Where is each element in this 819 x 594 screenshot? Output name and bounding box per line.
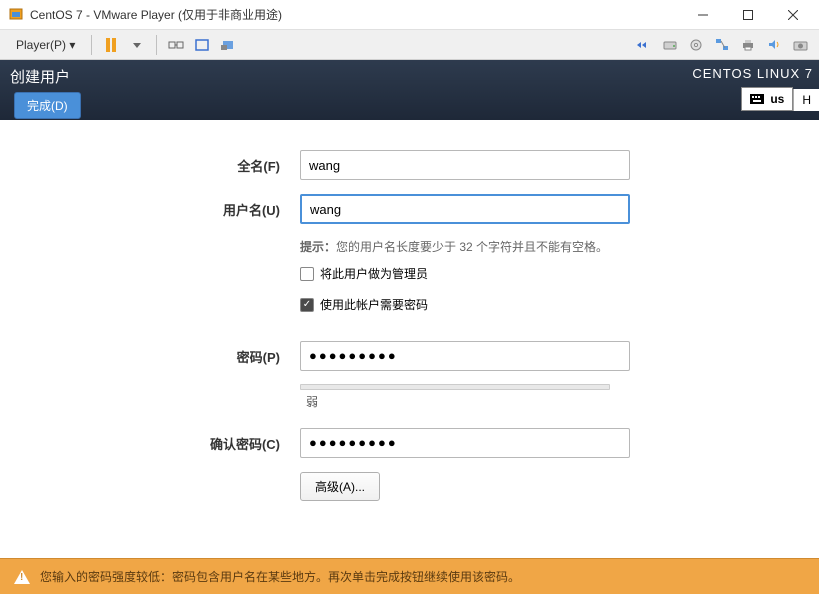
fullname-input[interactable]: [300, 150, 630, 180]
chevron-down-icon: ▾: [69, 38, 75, 52]
brand-label: CENTOS LINUX 7: [692, 66, 813, 81]
minimize-button[interactable]: [680, 1, 725, 29]
camera-icon[interactable]: [790, 35, 810, 55]
warning-bar: 您输入的密码强度较低：密码包含用户名在某些地方。再次单击完成按钮继续使用该密码。: [0, 558, 819, 594]
unity-icon[interactable]: [218, 35, 238, 55]
warning-text: 您输入的密码强度较低：密码包含用户名在某些地方。再次单击完成按钮继续使用该密码。: [40, 568, 520, 585]
toolbar-separator: [91, 35, 92, 55]
player-menu-label: Player(P): [16, 38, 66, 52]
sound-icon[interactable]: [764, 35, 784, 55]
disk-icon[interactable]: [660, 35, 680, 55]
done-button[interactable]: 完成(D): [14, 92, 81, 119]
confirm-password-input[interactable]: ●●●●●●●●●: [300, 428, 630, 458]
username-hint: 提示：您的用户名长度要少于 32 个字符并且不能有空格。: [300, 238, 630, 255]
require-password-checkbox-label: 使用此帐户需要密码: [320, 296, 428, 313]
warning-icon: [14, 570, 30, 584]
admin-checkbox-label: 将此用户做为管理员: [320, 265, 428, 282]
admin-checkbox[interactable]: [300, 267, 314, 281]
vmware-toolbar: Player(P) ▾: [0, 30, 819, 60]
username-input[interactable]: [300, 194, 630, 224]
advanced-button[interactable]: 高级(A)...: [300, 472, 380, 501]
cd-icon[interactable]: [686, 35, 706, 55]
player-menu[interactable]: Player(P) ▾: [6, 36, 85, 54]
power-dropdown-icon[interactable]: [127, 35, 147, 55]
create-user-form: 全名(F) 用户名(U) 提示：您的用户名长度要少于 32 个字符并且不能有空格…: [0, 120, 819, 550]
arrows-icon[interactable]: [634, 35, 654, 55]
maximize-button[interactable]: [725, 1, 770, 29]
fullname-label: 全名(F): [60, 156, 300, 175]
installer-header: 创建用户 完成(D) CENTOS LINUX 7 us H: [0, 60, 819, 120]
help-button[interactable]: H: [793, 89, 819, 111]
password-strength-bar: [300, 384, 610, 390]
confirm-password-label: 确认密码(C): [60, 434, 300, 453]
vmware-icon: [8, 7, 24, 23]
fullscreen-icon[interactable]: [192, 35, 212, 55]
toolbar-separator: [156, 35, 157, 55]
window-titlebar: CentOS 7 - VMware Player (仅用于非商业用途): [0, 0, 819, 30]
keyboard-layout-indicator[interactable]: us: [741, 87, 793, 111]
password-strength-label: 弱: [306, 395, 318, 409]
send-cad-icon[interactable]: [166, 35, 186, 55]
pause-button[interactable]: [101, 35, 121, 55]
username-label: 用户名(U): [60, 200, 300, 219]
network-icon[interactable]: [712, 35, 732, 55]
require-password-checkbox[interactable]: ✓: [300, 298, 314, 312]
keyboard-layout-label: us: [770, 92, 784, 106]
page-title: 创建用户: [10, 66, 70, 87]
close-button[interactable]: [770, 1, 815, 29]
window-title: CentOS 7 - VMware Player (仅用于非商业用途): [30, 6, 680, 23]
keyboard-icon: [750, 94, 764, 104]
printer-icon[interactable]: [738, 35, 758, 55]
vm-screen: 创建用户 完成(D) CENTOS LINUX 7 us H 全名(F) 用户名…: [0, 60, 819, 594]
password-input[interactable]: ●●●●●●●●●: [300, 341, 630, 371]
password-label: 密码(P): [60, 347, 300, 366]
